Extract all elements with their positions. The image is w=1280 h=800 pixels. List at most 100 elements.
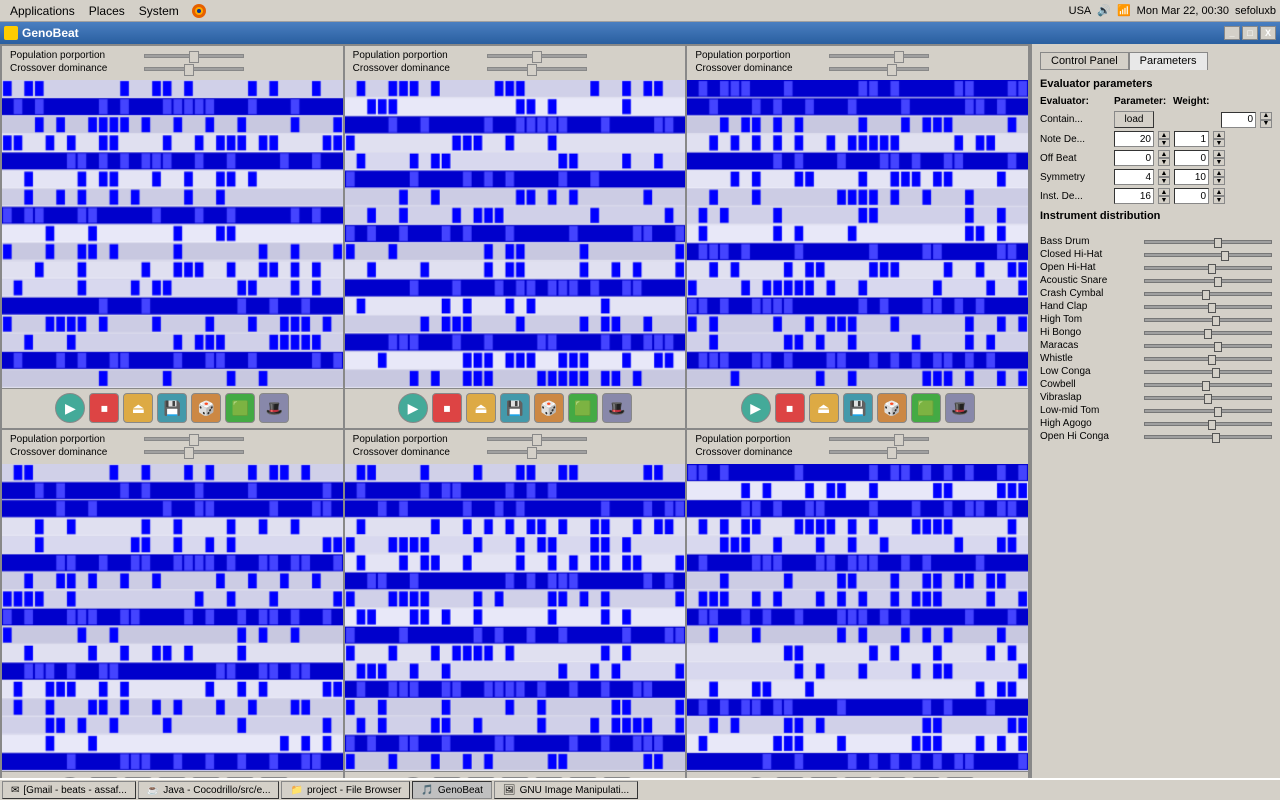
save-button-3[interactable]: 💾 [843, 393, 873, 423]
cross-slider-6[interactable] [829, 450, 929, 454]
cross-thumb-2[interactable] [527, 64, 537, 76]
inst-thumb-crash-cymbal[interactable] [1202, 290, 1210, 300]
inst-slider-open-hihat[interactable] [1144, 266, 1272, 270]
cross-thumb-4[interactable] [184, 447, 194, 459]
inst-slider-bass-drum[interactable] [1144, 240, 1272, 244]
save-button-2[interactable]: 💾 [500, 393, 530, 423]
beat-grid-1[interactable] [2, 80, 343, 388]
eject-button-1[interactable]: ⏏ [123, 393, 153, 423]
taskbar-java[interactable]: ☕ Java - Cocodrillo/src/e... [138, 781, 280, 799]
inst-thumb-closed-hihat[interactable] [1221, 251, 1229, 261]
inst-thumb-open-hi-conga[interactable] [1212, 433, 1220, 443]
weight-input-notede[interactable] [1174, 131, 1209, 147]
param-up-notede[interactable]: ▲ [1158, 131, 1170, 139]
taskbar-gimp[interactable]: 🖼 GNU Image Manipulati... [494, 781, 638, 799]
pop-thumb-5[interactable] [532, 434, 542, 446]
minimize-button[interactable]: _ [1224, 26, 1240, 40]
weight-down-contain[interactable]: ▼ [1260, 120, 1272, 128]
system-menu[interactable]: System [133, 2, 185, 20]
inst-thumb-bass-drum[interactable] [1214, 238, 1222, 248]
inst-thumb-open-hihat[interactable] [1208, 264, 1216, 274]
pop-slider-4[interactable] [144, 437, 244, 441]
cross-slider-3[interactable] [829, 67, 929, 71]
param-up-symmetry[interactable]: ▲ [1158, 169, 1170, 177]
cross-thumb-1[interactable] [184, 64, 194, 76]
inst-thumb-hi-bongo[interactable] [1204, 329, 1212, 339]
inst-thumb-cowbell[interactable] [1202, 381, 1210, 391]
hat-button-3[interactable]: 🎩 [945, 393, 975, 423]
pop-thumb-1[interactable] [189, 51, 199, 63]
weight-input-instde[interactable] [1174, 188, 1209, 204]
play-button-3[interactable]: ▶ [741, 393, 771, 423]
inst-thumb-low-conga[interactable] [1212, 368, 1220, 378]
pop-slider-1[interactable] [144, 54, 244, 58]
tab-parameters[interactable]: Parameters [1129, 52, 1208, 70]
pattern-button-1[interactable]: 🟩 [225, 393, 255, 423]
weight-input-symmetry[interactable] [1174, 169, 1209, 185]
cross-thumb-3[interactable] [887, 64, 897, 76]
param-up-offbeat[interactable]: ▲ [1158, 150, 1170, 158]
inst-slider-open-hi-conga[interactable] [1144, 435, 1272, 439]
pop-slider-5[interactable] [487, 437, 587, 441]
param-down-offbeat[interactable]: ▼ [1158, 158, 1170, 166]
beat-grid-6[interactable] [687, 464, 1028, 772]
inst-slider-high-agogo[interactable] [1144, 422, 1272, 426]
stop-button-1[interactable]: ⏹ [89, 393, 119, 423]
inst-thumb-maracas[interactable] [1214, 342, 1222, 352]
taskbar-filebrowser[interactable]: 📁 project - File Browser [281, 781, 410, 799]
inst-thumb-vibraslap[interactable] [1204, 394, 1212, 404]
inst-slider-cowbell[interactable] [1144, 383, 1272, 387]
inst-thumb-high-agogo[interactable] [1208, 420, 1216, 430]
param-down-symmetry[interactable]: ▼ [1158, 177, 1170, 185]
save-button-1[interactable]: 💾 [157, 393, 187, 423]
inst-thumb-high-tom[interactable] [1212, 316, 1220, 326]
dice-button-2[interactable]: 🎲 [534, 393, 564, 423]
firefox-icon[interactable] [191, 3, 207, 19]
weight-up-instde[interactable]: ▲ [1213, 188, 1225, 196]
stop-button-3[interactable]: ⏹ [775, 393, 805, 423]
pop-thumb-6[interactable] [894, 434, 904, 446]
load-button[interactable]: load [1114, 111, 1154, 128]
param-up-instde[interactable]: ▲ [1158, 188, 1170, 196]
param-input-instde[interactable] [1114, 188, 1154, 204]
param-down-notede[interactable]: ▼ [1158, 139, 1170, 147]
apps-menu[interactable]: Applications [4, 2, 81, 20]
pattern-button-3[interactable]: 🟩 [911, 393, 941, 423]
play-button-1[interactable]: ▶ [55, 393, 85, 423]
taskbar-gmail[interactable]: ✉ [Gmail - beats - assaf... [2, 781, 136, 799]
pop-thumb-3[interactable] [894, 51, 904, 63]
inst-slider-low-conga[interactable] [1144, 370, 1272, 374]
cross-slider-4[interactable] [144, 450, 244, 454]
taskbar-genobeat[interactable]: 🎵 GenoBeat [412, 781, 492, 799]
pop-slider-6[interactable] [829, 437, 929, 441]
inst-slider-hi-bongo[interactable] [1144, 331, 1272, 335]
cross-thumb-5[interactable] [527, 447, 537, 459]
inst-slider-closed-hihat[interactable] [1144, 253, 1272, 257]
weight-up-symmetry[interactable]: ▲ [1213, 169, 1225, 177]
inst-slider-hand-clap[interactable] [1144, 305, 1272, 309]
beat-grid-3[interactable] [687, 80, 1028, 388]
cross-slider-5[interactable] [487, 450, 587, 454]
inst-thumb-low-mid-tom[interactable] [1214, 407, 1222, 417]
dice-button-1[interactable]: 🎲 [191, 393, 221, 423]
weight-down-notede[interactable]: ▼ [1213, 139, 1225, 147]
cross-slider-1[interactable] [144, 67, 244, 71]
inst-thumb-acoustic-snare[interactable] [1214, 277, 1222, 287]
eject-button-2[interactable]: ⏏ [466, 393, 496, 423]
weight-down-instde[interactable]: ▼ [1213, 196, 1225, 204]
inst-slider-whistle[interactable] [1144, 357, 1272, 361]
weight-input-contain[interactable] [1221, 112, 1256, 128]
weight-down-symmetry[interactable]: ▼ [1213, 177, 1225, 185]
param-input-offbeat1[interactable] [1114, 150, 1154, 166]
pattern-button-2[interactable]: 🟩 [568, 393, 598, 423]
eject-button-3[interactable]: ⏏ [809, 393, 839, 423]
pop-thumb-4[interactable] [189, 434, 199, 446]
param-down-instde[interactable]: ▼ [1158, 196, 1170, 204]
play-button-2[interactable]: ▶ [398, 393, 428, 423]
tab-control-panel[interactable]: Control Panel [1040, 52, 1129, 70]
pop-slider-3[interactable] [829, 54, 929, 58]
beat-grid-2[interactable] [345, 80, 686, 388]
places-menu[interactable]: Places [83, 2, 131, 20]
inst-thumb-hand-clap[interactable] [1208, 303, 1216, 313]
beat-grid-5[interactable] [345, 464, 686, 772]
